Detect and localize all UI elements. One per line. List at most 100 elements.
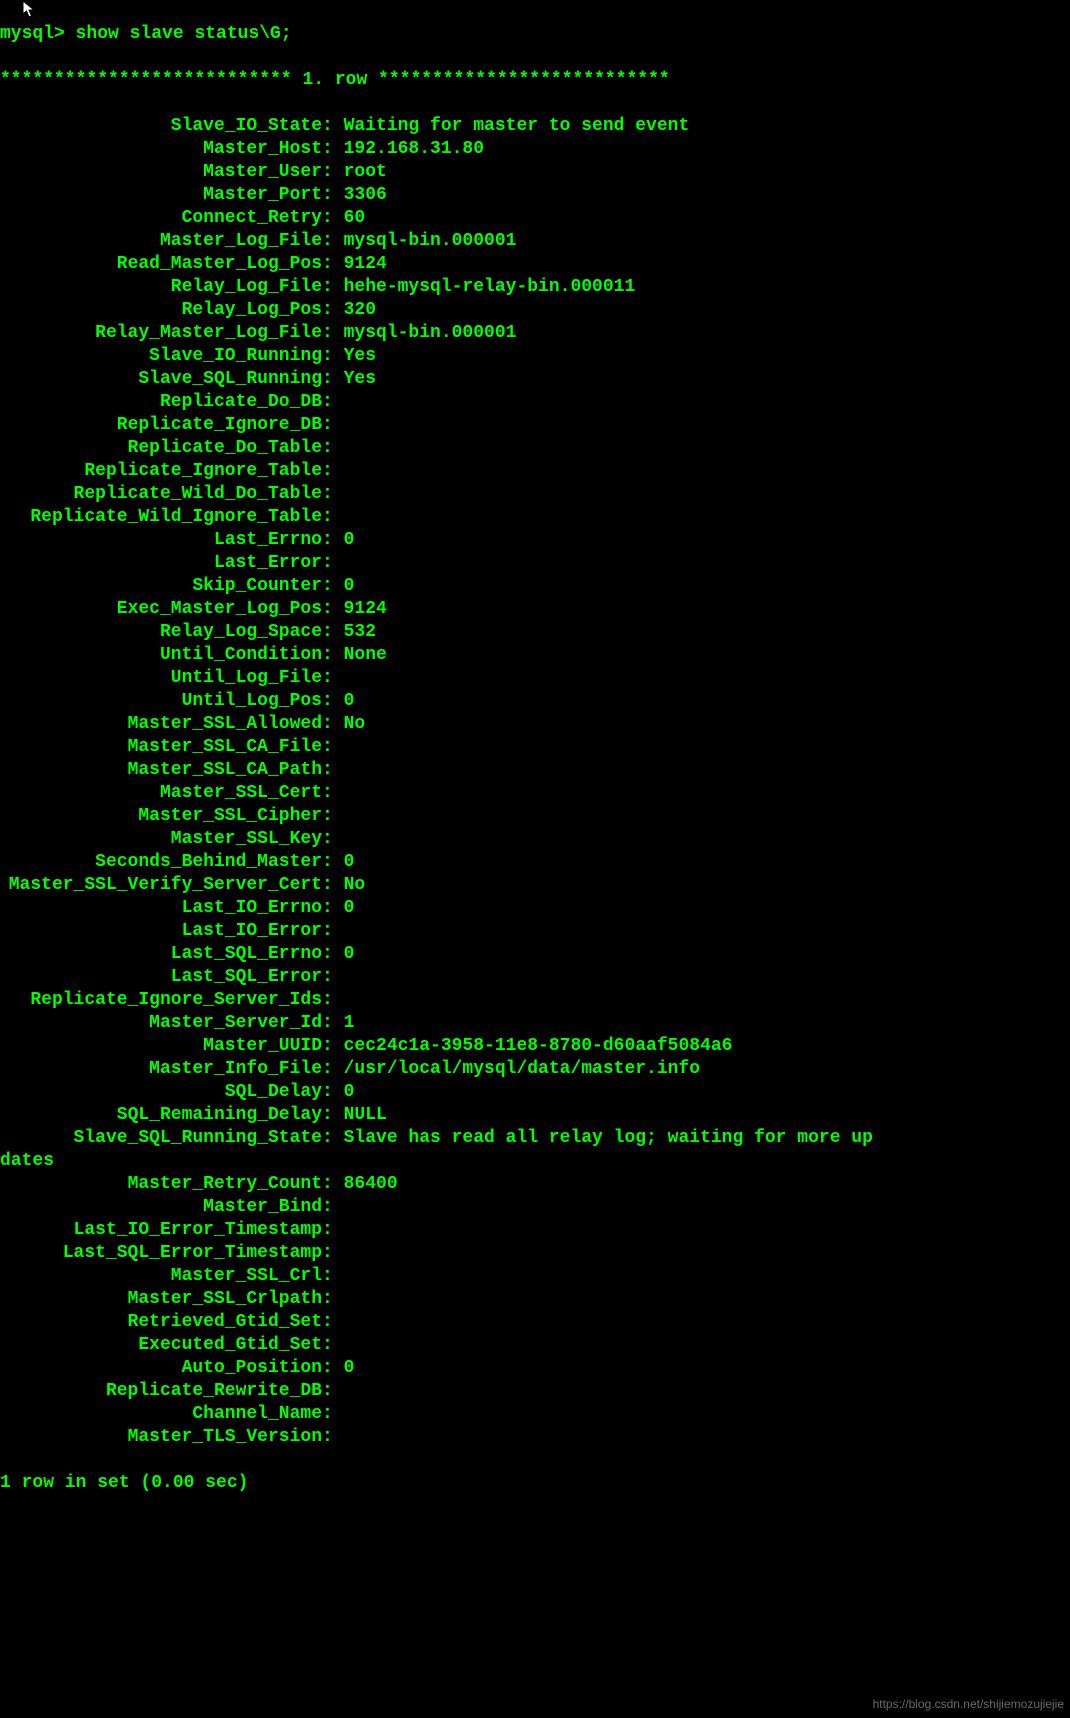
status-separator: : (322, 1058, 344, 1081)
status-row: Replicate_Rewrite_DB: (0, 1380, 1070, 1403)
status-value: mysql-bin.000001 (344, 230, 517, 253)
status-row: Replicate_Do_Table: (0, 437, 1070, 460)
status-label: Replicate_Ignore_Table (0, 460, 322, 483)
status-label: Master_Server_Id (0, 1012, 322, 1035)
status-separator: : (322, 161, 344, 184)
status-label: SQL_Remaining_Delay (0, 1104, 322, 1127)
status-value: /usr/local/mysql/data/master.info (344, 1058, 700, 1081)
status-value: 0 (344, 1357, 355, 1380)
status-value: None (344, 644, 387, 667)
status-label: Relay_Log_Space (0, 621, 322, 644)
status-label: Channel_Name (0, 1403, 322, 1426)
status-value: 86400 (344, 1173, 398, 1196)
status-value: 192.168.31.80 (344, 138, 484, 161)
status-separator: : (322, 1104, 344, 1127)
status-separator: : (322, 1173, 344, 1196)
status-label: Last_Error (0, 552, 322, 575)
status-separator: : (322, 851, 344, 874)
command-line: mysql> show slave status\G; (0, 23, 1070, 46)
status-value: Slave has read all relay log; waiting fo… (344, 1127, 873, 1150)
status-value: 0 (344, 1081, 355, 1104)
status-separator: : (322, 575, 344, 598)
status-label: Master_UUID (0, 1035, 322, 1058)
status-row: Replicate_Ignore_DB: (0, 414, 1070, 437)
status-label: Slave_IO_State (0, 115, 322, 138)
status-separator: : (322, 138, 344, 161)
status-row: Last_Errno: 0 (0, 529, 1070, 552)
status-separator: : (322, 115, 344, 138)
status-label: Until_Log_Pos (0, 690, 322, 713)
status-label: Relay_Log_File (0, 276, 322, 299)
status-row: Master_SSL_Crl: (0, 1265, 1070, 1288)
status-label: Master_SSL_Allowed (0, 713, 322, 736)
status-label: Last_SQL_Error (0, 966, 322, 989)
status-row: Exec_Master_Log_Pos: 9124 (0, 598, 1070, 621)
status-row: Master_Host: 192.168.31.80 (0, 138, 1070, 161)
status-row: Master_User: root (0, 161, 1070, 184)
status-separator: : (322, 621, 344, 644)
status-row: Auto_Position: 0 (0, 1357, 1070, 1380)
status-row: Master_Log_File: mysql-bin.000001 (0, 230, 1070, 253)
status-label: Master_TLS_Version (0, 1426, 322, 1449)
status-row: Relay_Log_File: hehe-mysql-relay-bin.000… (0, 276, 1070, 299)
status-label: Replicate_Ignore_Server_Ids (0, 989, 322, 1012)
command-text: show slave status\G; (76, 24, 292, 44)
status-label: Executed_Gtid_Set (0, 1334, 322, 1357)
status-label: SQL_Delay (0, 1081, 322, 1104)
status-separator: : (322, 506, 344, 529)
status-row: Master_SSL_CA_File: (0, 736, 1070, 759)
status-row: SQL_Delay: 0 (0, 1081, 1070, 1104)
status-value: 1 (344, 1012, 355, 1035)
status-value: 9124 (344, 253, 387, 276)
status-label: Master_SSL_CA_File (0, 736, 322, 759)
status-row: Relay_Log_Pos: 320 (0, 299, 1070, 322)
status-separator: : (322, 989, 344, 1012)
status-value: Waiting for master to send event (344, 115, 690, 138)
status-separator: : (322, 667, 344, 690)
status-separator: : (322, 230, 344, 253)
status-row: Until_Log_File: (0, 667, 1070, 690)
status-row: Relay_Master_Log_File: mysql-bin.000001 (0, 322, 1070, 345)
status-label: Replicate_Do_DB (0, 391, 322, 414)
status-value: 0 (344, 690, 355, 713)
status-row: Last_SQL_Error_Timestamp: (0, 1242, 1070, 1265)
status-value: 0 (344, 575, 355, 598)
status-row: Read_Master_Log_Pos: 9124 (0, 253, 1070, 276)
status-separator: : (322, 253, 344, 276)
status-row: Slave_SQL_Running: Yes (0, 368, 1070, 391)
status-row: Replicate_Wild_Ignore_Table: (0, 506, 1070, 529)
status-label: Last_IO_Error_Timestamp (0, 1219, 322, 1242)
status-row: Master_SSL_Cert: (0, 782, 1070, 805)
status-row: Master_SSL_CA_Path: (0, 759, 1070, 782)
terminal-output[interactable]: mysql> show slave status\G; ************… (0, 0, 1070, 1518)
status-separator: : (322, 966, 344, 989)
status-label: Master_Retry_Count (0, 1173, 322, 1196)
status-label: Last_SQL_Error_Timestamp (0, 1242, 322, 1265)
status-separator: : (322, 874, 344, 897)
status-row: Retrieved_Gtid_Set: (0, 1311, 1070, 1334)
status-row: Last_IO_Error: (0, 920, 1070, 943)
status-label: Last_SQL_Errno (0, 943, 322, 966)
status-value: NULL (344, 1104, 387, 1127)
status-label: Master_Info_File (0, 1058, 322, 1081)
status-row: Master_SSL_Allowed: No (0, 713, 1070, 736)
status-separator: : (322, 184, 344, 207)
status-row: dates (0, 1150, 1070, 1173)
status-value: 0 (344, 851, 355, 874)
status-value: No (344, 713, 366, 736)
status-row: Until_Condition: None (0, 644, 1070, 667)
status-row: Connect_Retry: 60 (0, 207, 1070, 230)
status-label: Slave_SQL_Running_State (0, 1127, 322, 1150)
status-value: 60 (344, 207, 366, 230)
status-label: Replicate_Wild_Do_Table (0, 483, 322, 506)
status-row: Executed_Gtid_Set: (0, 1334, 1070, 1357)
status-label: Auto_Position (0, 1357, 322, 1380)
status-row: Last_SQL_Errno: 0 (0, 943, 1070, 966)
status-value: hehe-mysql-relay-bin.000011 (344, 276, 636, 299)
status-row: Master_SSL_Key: (0, 828, 1070, 851)
status-value: 0 (344, 943, 355, 966)
status-separator: : (322, 345, 344, 368)
status-separator: : (322, 529, 344, 552)
status-separator: : (322, 644, 344, 667)
status-separator: : (322, 920, 344, 943)
